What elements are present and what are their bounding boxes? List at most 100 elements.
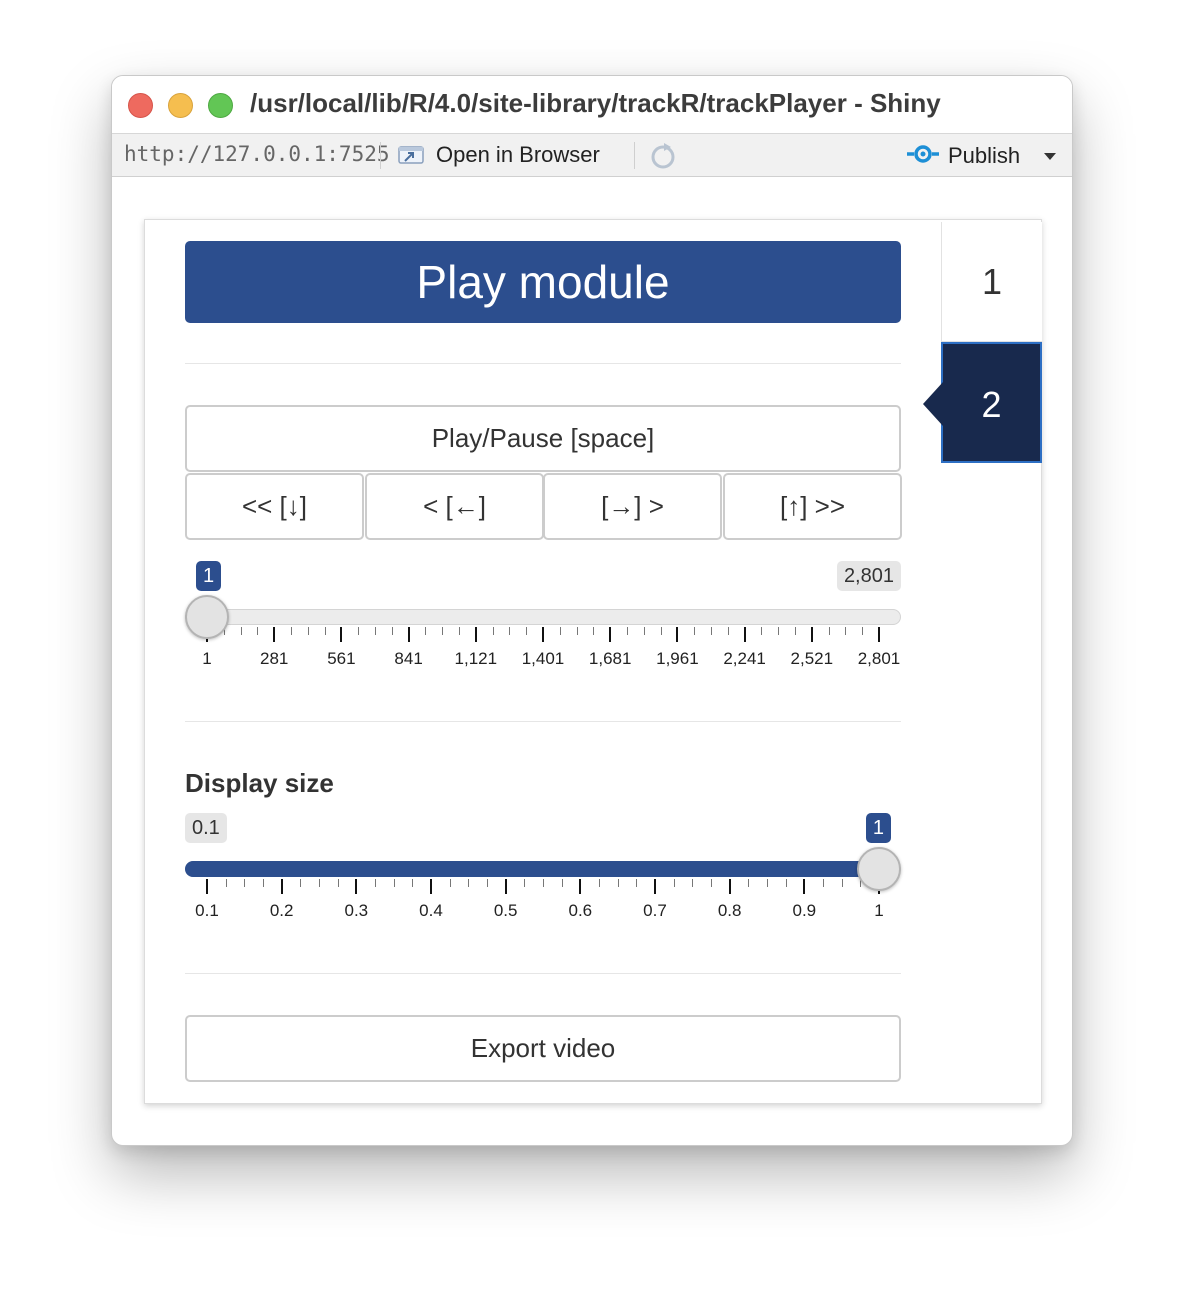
minor-tick xyxy=(593,627,595,635)
display-size-fill xyxy=(185,861,879,877)
major-tick xyxy=(542,627,544,642)
frame-slider[interactable]: 1 2,801 1 281 561 841 1,121 1,401 1,681 1,961 2,… xyxy=(185,560,901,680)
tick-label: 1 xyxy=(874,901,884,920)
tick-label: 0.6 xyxy=(568,901,593,920)
minor-tick xyxy=(319,879,320,887)
major-tick xyxy=(474,627,477,642)
minor-tick xyxy=(660,627,662,635)
major-tick xyxy=(206,879,208,894)
tick-label: 0.8 xyxy=(717,901,742,920)
toolbar-divider xyxy=(634,142,635,169)
minor-tick xyxy=(636,879,638,887)
minor-tick xyxy=(627,627,628,635)
minor-tick xyxy=(375,879,376,887)
publish-label: Publish xyxy=(948,143,1021,168)
publish-button[interactable]: Publish xyxy=(906,140,1057,172)
display-size-min-badge: 0.1 xyxy=(185,813,227,843)
minor-tick xyxy=(673,879,675,887)
open-in-browser-button[interactable]: Open in Browser xyxy=(396,140,600,170)
minor-tick xyxy=(412,879,414,887)
tick-label: 0.9 xyxy=(792,901,817,920)
minor-tick xyxy=(307,627,309,635)
minor-tick xyxy=(492,627,494,635)
tick-label: 0.5 xyxy=(493,901,518,920)
viewer-toolbar: http://127.0.0.1:7525 Open in Browser Pu… xyxy=(112,133,1072,177)
minor-tick xyxy=(257,627,259,635)
minor-tick xyxy=(617,879,619,887)
close-window-button[interactable] xyxy=(128,93,153,118)
minor-tick xyxy=(393,879,395,887)
minor-tick xyxy=(449,879,451,887)
zoom-window-button[interactable] xyxy=(208,93,233,118)
minor-tick xyxy=(778,627,780,635)
refresh-icon xyxy=(648,143,678,175)
window-title: /usr/local/lib/R/4.0/site-library/trackR… xyxy=(250,88,941,118)
minor-tick xyxy=(748,879,750,887)
minor-tick xyxy=(599,879,600,887)
display-size-handle[interactable] xyxy=(857,847,901,891)
tick-label: 0.1 xyxy=(195,901,219,920)
major-tick xyxy=(810,627,813,642)
minor-tick xyxy=(337,879,339,887)
app-window: /usr/local/lib/R/4.0/site-library/trackR… xyxy=(111,75,1073,1146)
minor-tick xyxy=(240,627,242,635)
display-size-label: Display size xyxy=(185,768,334,798)
minor-tick xyxy=(526,627,528,635)
major-tick xyxy=(878,627,880,642)
frame-slider-handle[interactable] xyxy=(185,595,229,639)
title-bar: /usr/local/lib/R/4.0/site-library/trackR… xyxy=(112,76,1072,133)
minor-tick xyxy=(795,627,796,635)
step-back-large-button[interactable]: << [↓] xyxy=(185,473,364,540)
minor-tick xyxy=(559,627,561,635)
minor-tick xyxy=(300,879,302,887)
tab-1[interactable]: 1 xyxy=(941,222,1042,342)
major-tick xyxy=(609,627,612,642)
major-tick xyxy=(676,627,679,642)
refresh-button[interactable] xyxy=(648,141,678,171)
step-forward-button[interactable]: [→] > xyxy=(543,473,722,540)
step-forward-large-button[interactable]: [↑] >> xyxy=(723,473,902,540)
tab-2[interactable]: 2 xyxy=(941,342,1042,463)
tick-label: 0.2 xyxy=(269,901,294,920)
active-tab-pointer xyxy=(923,382,943,426)
chevron-down-icon[interactable] xyxy=(1044,152,1057,160)
minor-tick xyxy=(263,879,264,887)
minor-tick xyxy=(643,627,645,635)
minor-tick xyxy=(761,627,763,635)
divider xyxy=(185,721,901,722)
control-panel: Play module Play/Pause [space] << [↓] < … xyxy=(144,219,1042,1104)
minor-tick xyxy=(841,879,843,887)
minor-tick xyxy=(509,627,511,635)
display-size-value-badge: 1 xyxy=(865,813,891,843)
minor-tick xyxy=(767,879,768,887)
minimize-window-button[interactable] xyxy=(168,93,193,118)
major-tick xyxy=(407,627,410,642)
major-tick xyxy=(355,879,358,894)
url-display: http://127.0.0.1:7525 xyxy=(124,142,390,166)
minor-tick xyxy=(442,627,444,635)
tick-label: 0.4 xyxy=(419,901,443,920)
minor-tick xyxy=(244,879,246,887)
minor-tick xyxy=(391,627,393,635)
play-module-header: Play module xyxy=(185,241,901,323)
step-back-button[interactable]: < [←] xyxy=(365,473,544,540)
minor-tick xyxy=(711,627,712,635)
minor-tick xyxy=(711,879,712,887)
minor-tick xyxy=(324,627,326,635)
divider xyxy=(185,973,901,974)
frame-slider-track[interactable] xyxy=(185,609,901,625)
minor-tick xyxy=(694,627,696,635)
tick-label: 0.7 xyxy=(643,901,667,920)
minor-tick xyxy=(561,879,563,887)
play-pause-button[interactable]: Play/Pause [space] xyxy=(185,405,901,472)
toolbar-divider xyxy=(380,142,381,169)
export-video-button[interactable]: Export video xyxy=(185,1015,901,1082)
tick-label: 2,801 xyxy=(857,649,901,668)
minor-tick xyxy=(425,627,427,635)
minor-tick xyxy=(692,879,694,887)
major-tick xyxy=(504,879,507,894)
display-size-slider[interactable]: 0.1 1 0.1 0.2 0.3 0.4 0.5 0.6 0.7 0.8 0.9 1 xyxy=(185,812,901,932)
major-tick xyxy=(340,627,343,642)
minor-tick xyxy=(727,627,729,635)
divider xyxy=(185,363,901,364)
